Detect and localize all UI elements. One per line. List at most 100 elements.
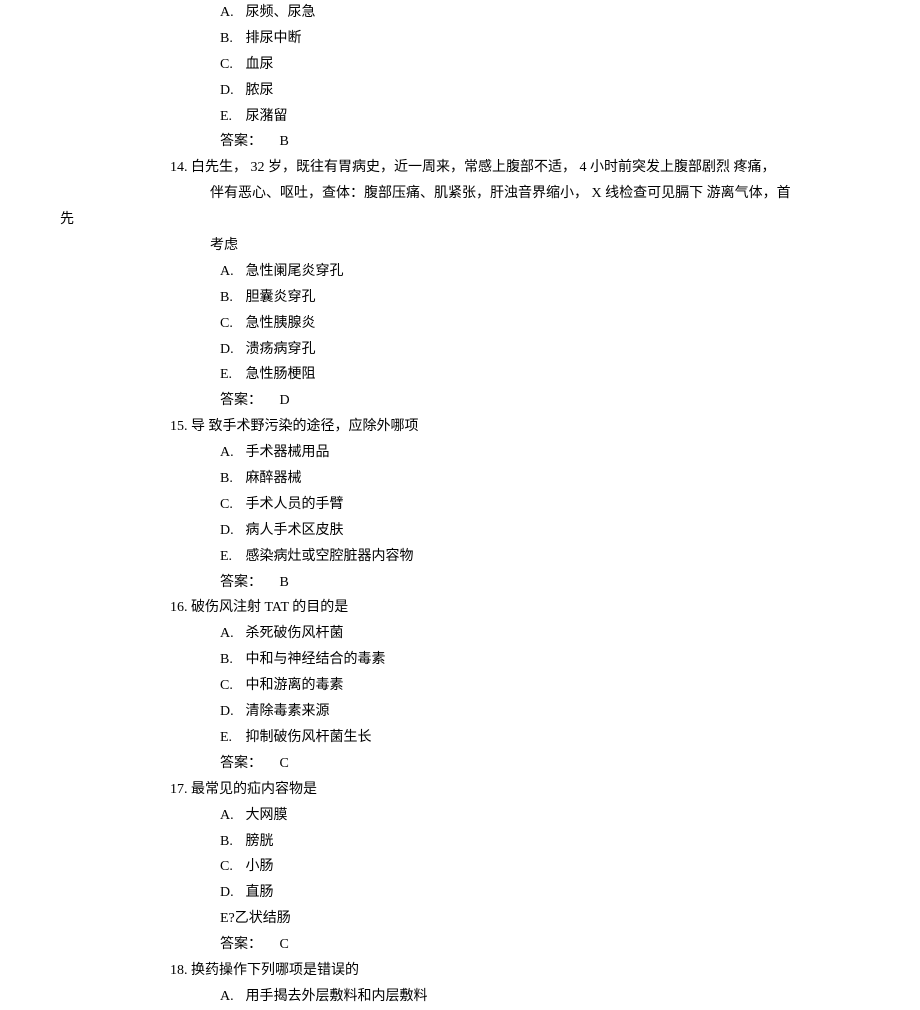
question-text-xian: 先	[60, 212, 74, 227]
option-label-E: E.	[220, 362, 242, 388]
option-text: 排尿中断	[246, 31, 302, 46]
answer-value: C	[280, 756, 289, 771]
question-number: 15.	[170, 419, 188, 434]
option-text: 用手揭去外层敷料和内层敷料	[246, 989, 428, 1004]
option-text: 杀死破伤风杆菌	[246, 626, 344, 641]
answer-14: 答案： D	[170, 388, 860, 414]
option-label-D: D.	[220, 78, 242, 104]
question-text: 换药操作下列哪项是错误的	[191, 963, 359, 978]
option-label-A: A.	[220, 803, 242, 829]
option-text: 大网膜	[246, 808, 288, 823]
answer-16: 答案： C	[170, 751, 860, 777]
option-text: 尿频、尿急	[246, 5, 316, 20]
option-text: 血尿	[246, 57, 274, 72]
answer-label: 答案：	[220, 393, 262, 408]
option-label-A: A.	[220, 440, 242, 466]
option-label-D: D.	[220, 337, 242, 363]
answer-value: D	[280, 393, 290, 408]
question-17-stem: 17. 最常见的疝内容物是	[170, 777, 860, 803]
option-13-D: D. 脓尿	[170, 78, 860, 104]
question-16-stem: 16. 破伤风注射 TAT 的目的是	[170, 595, 860, 621]
option-label-A: A.	[220, 259, 242, 285]
option-14-E: E. 急性肠梗阻	[170, 362, 860, 388]
question-14-stem-cont1: 伴有恶心、呕吐，查体：腹部压痛、肌紧张，肝浊音界缩小， X 线检查可见膈下 游离…	[170, 181, 860, 207]
answer-13: 答案： B	[170, 129, 860, 155]
option-label-A: A.	[220, 621, 242, 647]
option-14-D: D. 溃疡病穿孔	[170, 337, 860, 363]
option-15-A: A. 手术器械用品	[170, 440, 860, 466]
answer-label: 答案：	[220, 756, 262, 771]
option-label-B: B.	[220, 647, 242, 673]
option-text: 手术人员的手臂	[246, 497, 344, 512]
answer-value: C	[280, 937, 289, 952]
question-text: 破伤风注射 TAT 的目的是	[191, 600, 348, 615]
option-label-E: E.	[220, 104, 242, 130]
option-text: 病人手术区皮肤	[246, 523, 344, 538]
option-13-A: A. 尿频、尿急	[170, 0, 860, 26]
question-number: 14.	[170, 160, 188, 175]
question-number: 16.	[170, 600, 188, 615]
option-text: 尿潴留	[246, 109, 288, 124]
question-text: 白先生， 32 岁，既往有胃病史，近一周来，常感上腹部不适， 4 小时前突发上腹…	[191, 160, 776, 175]
question-text: 导 致手术野污染的途径，应除外哪项	[191, 419, 419, 434]
answer-17: 答案： C	[170, 932, 860, 958]
option-16-C: C. 中和游离的毒素	[170, 673, 860, 699]
option-text: 脓尿	[246, 83, 274, 98]
question-14-stem-xian: 先	[60, 207, 860, 233]
option-13-E: E. 尿潴留	[170, 104, 860, 130]
option-label-D: D.	[220, 518, 242, 544]
option-13-B: B. 排尿中断	[170, 26, 860, 52]
option-label-B: B.	[220, 829, 242, 855]
question-number: 18.	[170, 963, 188, 978]
question-text: 最常见的疝内容物是	[191, 782, 317, 797]
option-text: 中和与神经结合的毒素	[246, 652, 386, 667]
option-13-C: C. 血尿	[170, 52, 860, 78]
option-label-E: E.	[220, 544, 242, 570]
option-text: E?乙状结肠	[220, 911, 291, 926]
option-16-D: D. 清除毒素来源	[170, 699, 860, 725]
option-14-A: A. 急性阑尾炎穿孔	[170, 259, 860, 285]
option-text: 溃疡病穿孔	[246, 342, 316, 357]
option-17-E: E?乙状结肠	[170, 906, 860, 932]
option-16-E: E. 抑制破伤风杆菌生长	[170, 725, 860, 751]
option-17-D: D. 直肠	[170, 880, 860, 906]
option-16-B: B. 中和与神经结合的毒素	[170, 647, 860, 673]
option-17-C: C. 小肠	[170, 854, 860, 880]
option-18-A: A. 用手揭去外层敷料和内层敷料	[170, 984, 860, 1010]
option-15-E: E. 感染病灶或空腔脏器内容物	[170, 544, 860, 570]
option-17-A: A. 大网膜	[170, 803, 860, 829]
option-text: 手术器械用品	[246, 445, 330, 460]
option-text: 急性阑尾炎穿孔	[246, 264, 344, 279]
option-text: 胆囊炎穿孔	[246, 290, 316, 305]
option-label-B: B.	[220, 26, 242, 52]
question-text-cont: 伴有恶心、呕吐，查体：腹部压痛、肌紧张，肝浊音界缩小， X 线检查可见膈下 游离…	[170, 186, 791, 201]
option-15-C: C. 手术人员的手臂	[170, 492, 860, 518]
option-15-B: B. 麻醉器械	[170, 466, 860, 492]
option-label-D: D.	[220, 699, 242, 725]
option-text: 直肠	[246, 885, 274, 900]
question-number: 17.	[170, 782, 188, 797]
option-14-C: C. 急性胰腺炎	[170, 311, 860, 337]
option-text: 清除毒素来源	[246, 704, 330, 719]
answer-label: 答案：	[220, 937, 262, 952]
option-label-B: B.	[220, 466, 242, 492]
option-label-C: C.	[220, 673, 242, 699]
question-text-kaolv: 考虑	[210, 238, 238, 253]
option-text: 急性肠梗阻	[246, 367, 316, 382]
option-text: 小肠	[246, 859, 274, 874]
option-label-E: E.	[220, 725, 242, 751]
option-text: 膀胱	[246, 834, 274, 849]
option-label-D: D.	[220, 880, 242, 906]
option-label-A: A.	[220, 0, 242, 26]
option-text: 中和游离的毒素	[246, 678, 344, 693]
answer-label: 答案：	[220, 134, 262, 149]
option-label-B: B.	[220, 285, 242, 311]
option-15-D: D. 病人手术区皮肤	[170, 518, 860, 544]
answer-value: B	[280, 134, 289, 149]
option-14-B: B. 胆囊炎穿孔	[170, 285, 860, 311]
question-15-stem: 15. 导 致手术野污染的途径，应除外哪项	[170, 414, 860, 440]
question-14-stem: 14. 白先生， 32 岁，既往有胃病史，近一周来，常感上腹部不适， 4 小时前…	[170, 155, 860, 181]
option-label-C: C.	[220, 52, 242, 78]
answer-label: 答案：	[220, 575, 262, 590]
option-text: 急性胰腺炎	[246, 316, 316, 331]
